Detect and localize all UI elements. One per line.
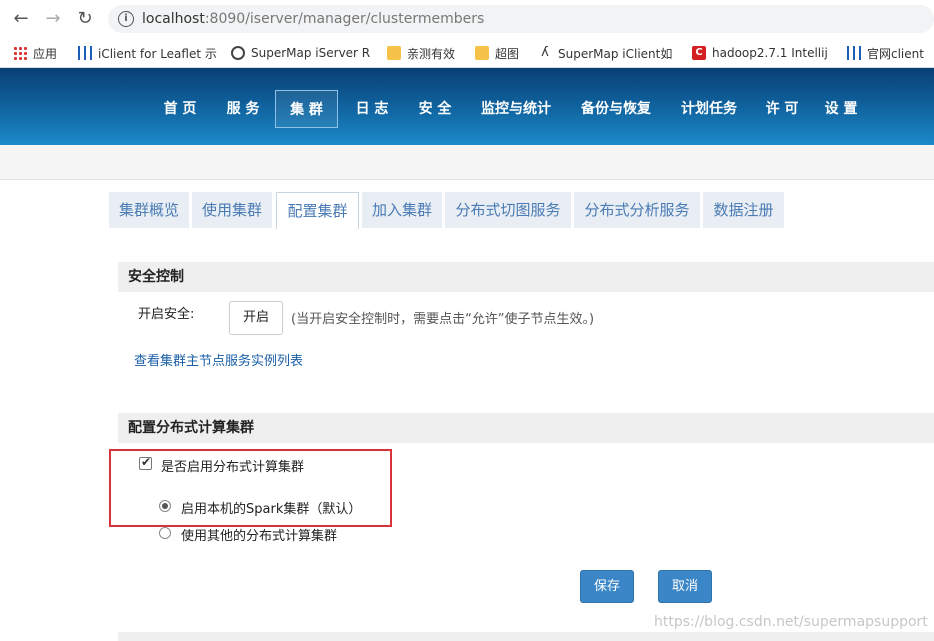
bookmark-supermap-iserver[interactable]: SuperMap iServer R	[231, 44, 370, 62]
cancel-button[interactable]: 取消	[658, 570, 712, 603]
bookmark-supermap[interactable]: 超图	[475, 44, 519, 62]
enable-security-button[interactable]: 开启	[229, 301, 283, 335]
security-section-title: 安全控制	[118, 262, 934, 292]
apps-icon	[13, 46, 27, 60]
nav-settings[interactable]: 设 置	[813, 90, 869, 128]
url-path: :8090/iserver/manager/clustermembers	[204, 11, 485, 27]
tab-use-cluster[interactable]: 使用集群	[192, 192, 272, 228]
bookmark-label: iClient for Leaflet 示	[98, 46, 217, 61]
bookmark-label: 超图	[495, 46, 520, 61]
tab-data-registration[interactable]: 数据注册	[703, 192, 784, 228]
bookmark-hadoop[interactable]: Chadoop2.7.1 Intellij	[692, 44, 828, 62]
distributed-section-title: 配置分布式计算集群	[118, 413, 934, 443]
tab-distributed-analysis[interactable]: 分布式分析服务	[574, 192, 700, 228]
watermark: https://blog.csdn.net/supermapsupport	[654, 614, 928, 630]
bottom-section-strip	[118, 632, 934, 641]
radio-other-cluster-label: 使用其他的分布式计算集群	[181, 529, 338, 544]
security-hint: (当开启安全控制时，需要点击“允许”使子节点生效。)	[291, 312, 595, 327]
nav-backup[interactable]: 备份与恢复	[574, 90, 658, 128]
nav-logs[interactable]: 日 志	[344, 90, 400, 128]
bookmark-label: 官网client	[867, 46, 924, 61]
back-arrow-icon[interactable]: ←	[10, 8, 32, 30]
reload-icon[interactable]: ↻	[74, 8, 96, 30]
folder-icon	[387, 46, 401, 60]
main-nav: 首 页 服 务 集 群 日 志 安 全 监控与统计 备份与恢复 计划任务 许 可…	[0, 68, 934, 145]
bookmark-label: hadoop2.7.1 Intellij	[712, 46, 828, 60]
csdn-icon: C	[692, 46, 706, 60]
radio-other-cluster[interactable]	[159, 527, 171, 539]
bookmark-label: SuperMap iClient如	[558, 46, 673, 61]
enable-security-label: 开启安全:	[138, 307, 195, 322]
save-button[interactable]: 保存	[580, 570, 634, 603]
nav-services[interactable]: 服 务	[215, 90, 271, 128]
tab-cluster-overview[interactable]: 集群概览	[109, 192, 189, 228]
folder-icon	[475, 46, 489, 60]
bookmark-iclient-leaflet[interactable]: iClient for Leaflet 示	[78, 44, 217, 62]
iclient-icon	[847, 46, 861, 60]
radio-local-spark-label: 启用本机的Spark集群（默认）	[181, 502, 362, 517]
master-node-services-link[interactable]: 查看集群主节点服务实例列表	[134, 350, 303, 369]
bookmarks-bar: 应用 iClient for Leaflet 示 SuperMap iServe…	[0, 38, 934, 68]
url-text[interactable]: localhost:8090/iserver/manager/clusterme…	[142, 11, 484, 27]
bookmark-tested[interactable]: 亲测有效	[387, 44, 455, 62]
iclient-icon	[78, 46, 92, 60]
lambda-icon: ʎ	[541, 45, 549, 60]
nav-monitoring[interactable]: 监控与统计	[474, 90, 558, 128]
nav-home[interactable]: 首 页	[152, 90, 208, 128]
bookmark-supermap-iclient[interactable]: ʎ SuperMap iClient如	[538, 44, 672, 62]
bookmark-label: 亲测有效	[407, 46, 456, 61]
tab-distributed-tiling[interactable]: 分布式切图服务	[445, 192, 571, 228]
bookmark-label: SuperMap iServer R	[251, 46, 371, 60]
enable-distributed-checkbox[interactable]	[139, 455, 152, 470]
nav-security[interactable]: 安 全	[407, 90, 463, 128]
enable-distributed-label: 是否启用分布式计算集群	[161, 460, 305, 475]
bookmark-label: 应用	[33, 46, 58, 61]
tab-join-cluster[interactable]: 加入集群	[362, 192, 442, 228]
browser-toolbar: ← → ↻ i localhost:8090/iserver/manager/c…	[0, 0, 934, 38]
nav-license[interactable]: 许 可	[754, 90, 810, 128]
sub-header-bar	[0, 145, 934, 180]
supermap-icon	[231, 46, 245, 60]
tab-configure-cluster[interactable]: 配置集群	[276, 192, 359, 229]
info-icon[interactable]: i	[118, 11, 134, 27]
radio-local-spark[interactable]	[159, 500, 171, 512]
nav-scheduled-tasks[interactable]: 计划任务	[674, 90, 744, 128]
bookmark-apps[interactable]: 应用	[13, 44, 57, 62]
bookmark-official-client[interactable]: 官网client	[847, 44, 924, 62]
forward-arrow-icon[interactable]: →	[42, 8, 64, 30]
address-bar[interactable]: i localhost:8090/iserver/manager/cluster…	[108, 5, 934, 33]
nav-cluster[interactable]: 集 群	[275, 90, 338, 128]
url-host: localhost	[142, 11, 205, 27]
